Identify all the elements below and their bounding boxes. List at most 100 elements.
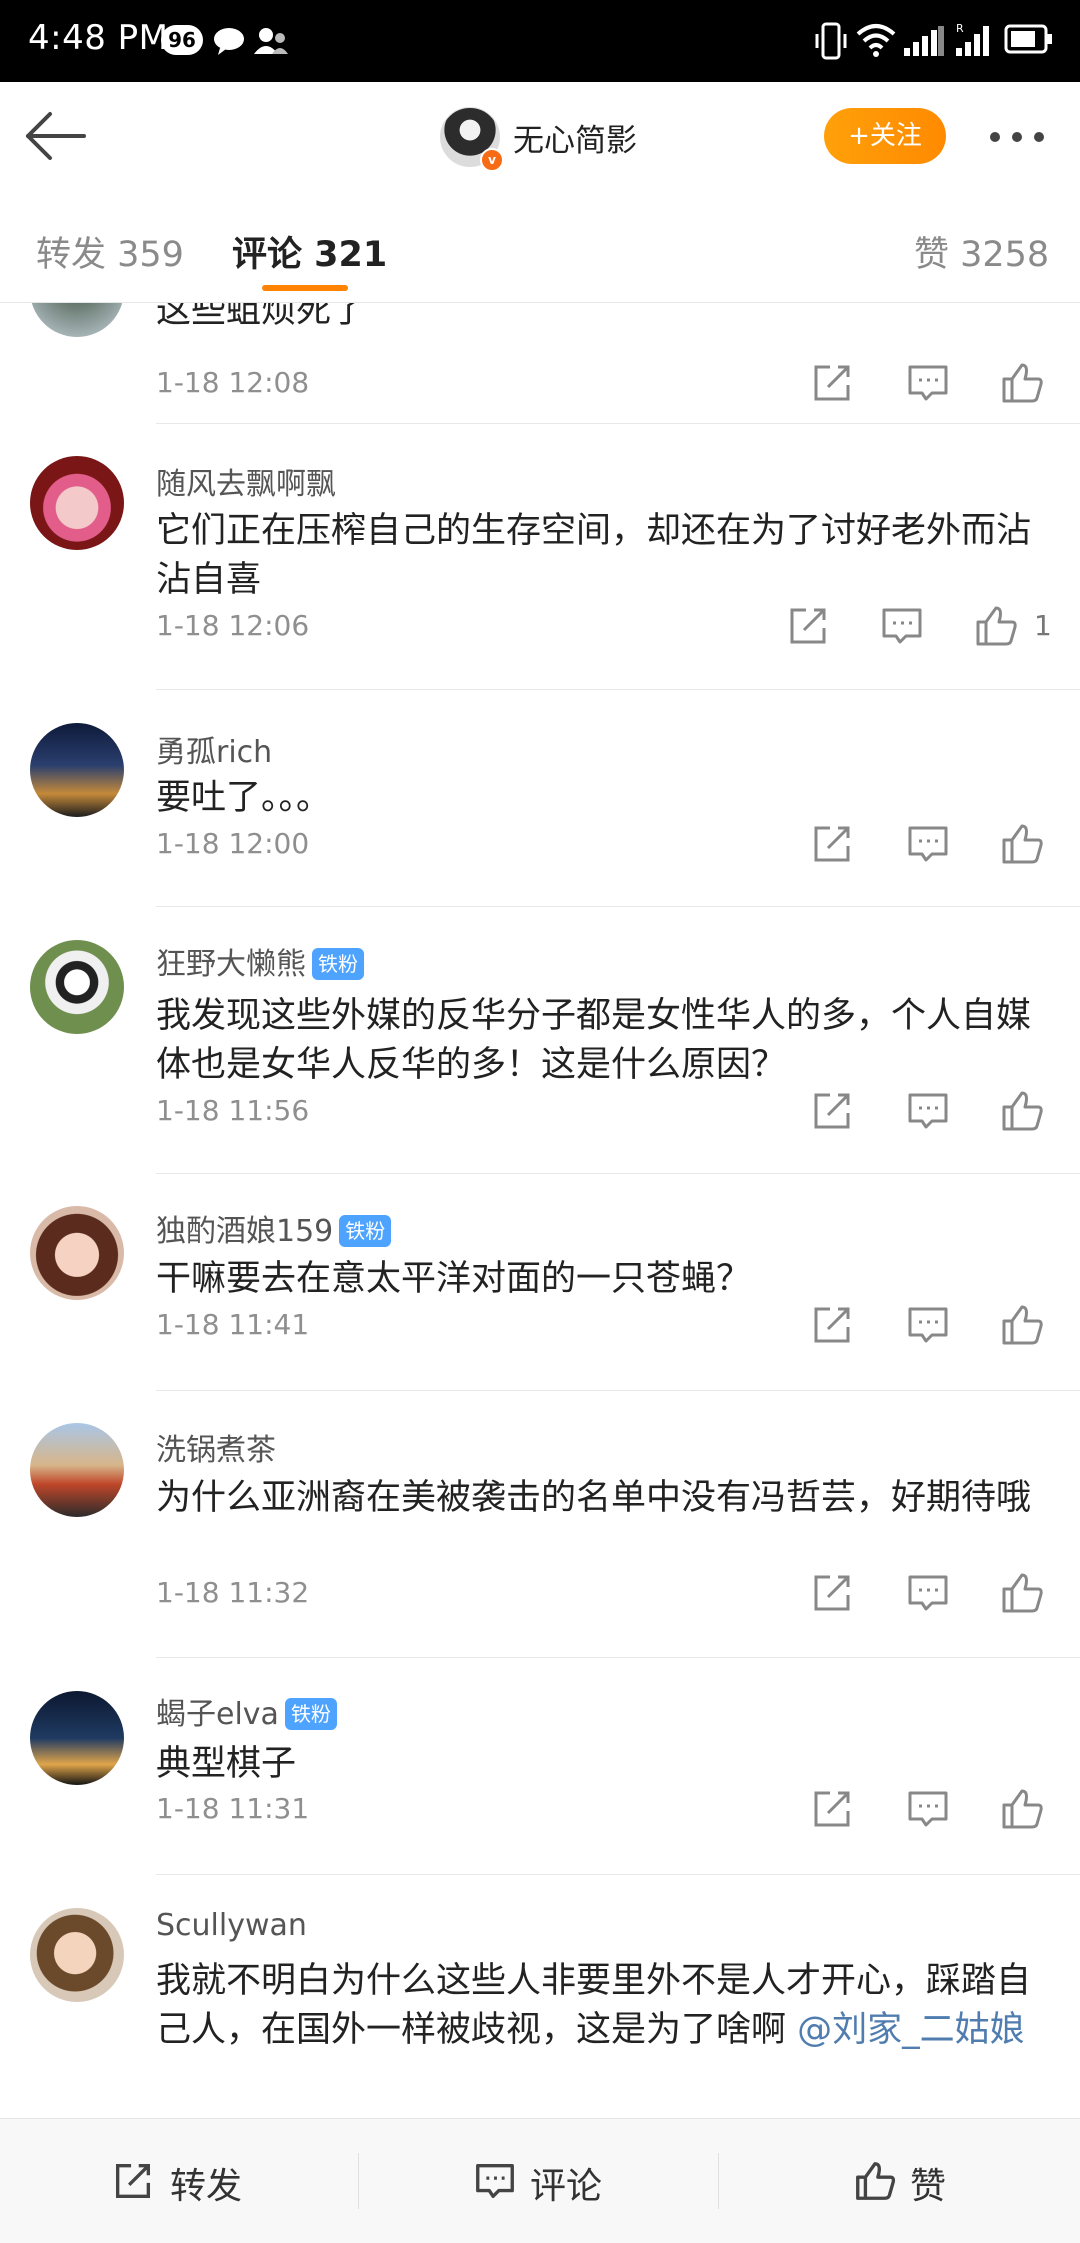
comment-icon[interactable]: [878, 602, 926, 650]
bottom-action-bar: 转发 评论 赞: [0, 2118, 1080, 2243]
comment-avatar[interactable]: [30, 1423, 124, 1517]
signal-icon: [904, 26, 944, 56]
repost-icon: [115, 2163, 151, 2199]
comment-text: 要吐了。。。: [156, 778, 332, 818]
comment-time: 1-18 12:08: [156, 366, 310, 399]
comment-item: 随风去飘啊飘 它们正在压榨自己的生存空间，却还在为了讨好老外而沾沾自喜 1-18…: [0, 424, 1080, 690]
repost-icon[interactable]: [808, 820, 856, 868]
comment-item: 洗锅煮茶 为什么亚洲裔在美被袭击的名单中没有冯哲芸，好期待哦 1-18 11:3…: [0, 1391, 1080, 1658]
tab-comments[interactable]: 评论 321: [232, 226, 387, 277]
comment-text: 我就不明白为什么这些人非要里外不是人才开心，踩踏自己人，在国外一样被歧视，这是为…: [156, 1957, 1046, 2055]
comment-icon: [476, 2163, 514, 2199]
comment-time: 1-18 12:00: [156, 827, 310, 860]
repost-icon[interactable]: [808, 1569, 856, 1617]
comment-icon[interactable]: [904, 1301, 952, 1349]
comment-avatar[interactable]: [30, 1206, 124, 1300]
comment-time: 1-18 11:41: [156, 1308, 310, 1341]
comment-item: 独酌酒娘159 铁粉 干嘛要去在意太平洋对面的一只苍蝇？ 1-18 11:41: [0, 1174, 1080, 1391]
comment-text: 干嘛要去在意太平洋对面的一只苍蝇？: [156, 1259, 752, 1299]
signal-roaming-icon: R: [956, 22, 989, 56]
repost-label: 转发: [170, 2166, 243, 2207]
comment-avatar[interactable]: [30, 1908, 124, 2002]
verified-badge: v: [480, 148, 504, 172]
tab-bar: 转发 359 评论 321 赞 3258: [0, 190, 1080, 303]
battery-icon: [1004, 24, 1052, 54]
comment-avatar[interactable]: [30, 723, 124, 817]
like-icon[interactable]: [998, 820, 1046, 868]
comment-username[interactable]: 勇孤rich: [156, 727, 272, 771]
comment-label: 评论: [530, 2166, 603, 2207]
page-header: v 无心简影 +关注: [0, 82, 1080, 191]
like-icon[interactable]: [998, 359, 1046, 407]
follow-button[interactable]: +关注: [824, 108, 946, 164]
tab-likes[interactable]: 赞 3258: [914, 226, 1049, 277]
like-icon[interactable]: [998, 1569, 1046, 1617]
username-text: 蝎子elva: [156, 1697, 279, 1732]
comment-time: 1-18 12:06: [156, 609, 310, 642]
comment-username[interactable]: 狂野大懒熊 铁粉: [156, 939, 364, 983]
vibrate-icon: [815, 22, 847, 60]
divider: [358, 2153, 359, 2209]
svg-text:R: R: [956, 22, 964, 35]
comment-time: 1-18 11:31: [156, 1792, 310, 1825]
comment-time: 1-18 11:56: [156, 1094, 310, 1127]
like-icon[interactable]: [998, 1785, 1046, 1833]
repost-icon[interactable]: [808, 1785, 856, 1833]
comment-button[interactable]: 评论: [360, 2119, 720, 2243]
like-count: 1: [1034, 609, 1052, 642]
fan-badge: 铁粉: [284, 1698, 337, 1730]
comment-icon[interactable]: [904, 1569, 952, 1617]
comment-icon[interactable]: [904, 820, 952, 868]
fan-badge: 铁粉: [312, 948, 364, 980]
comment-text: 典型棋子: [156, 1744, 297, 1784]
username-text: 独酌酒娘159: [156, 1214, 334, 1249]
like-icon[interactable]: [998, 1301, 1046, 1349]
comment-text: 为什么亚洲裔在美被袭击的名单中没有冯哲芸，好期待哦: [156, 1478, 1032, 1518]
repost-icon[interactable]: [808, 1301, 856, 1349]
like-icon[interactable]: [998, 1087, 1046, 1135]
comment-text: 我发现这些外媒的反华分子都是女性华人的多，个人自媒体也是女华人反华的多！这是什么…: [156, 996, 1032, 1085]
status-time: 4:48 PM: [28, 18, 169, 58]
active-tab-indicator: [262, 285, 348, 291]
comment-time: 1-18 11:32: [156, 1576, 310, 1609]
comment-icon[interactable]: [904, 359, 952, 407]
comment-item: 蝎子elva 铁粉 典型棋子 1-18 11:31: [0, 1658, 1080, 1875]
author-name[interactable]: 无心简影: [513, 115, 637, 160]
repost-icon[interactable]: [808, 359, 856, 407]
comment-avatar[interactable]: [30, 940, 124, 1034]
repost-icon[interactable]: [784, 602, 832, 650]
back-arrow-icon[interactable]: [22, 110, 88, 162]
divider: [718, 2153, 719, 2209]
like-icon[interactable]: [972, 602, 1020, 650]
username-text: 狂野大懒熊: [156, 947, 306, 982]
comment-item: 勇孤rich 要吐了。。。 1-18 12:00: [0, 690, 1080, 907]
comment-username[interactable]: 蝎子elva 铁粉: [156, 1689, 337, 1733]
comment-item: 狂野大懒熊 铁粉 我发现这些外媒的反华分子都是女性华人的多，个人自媒体也是女华人反…: [0, 907, 1080, 1174]
mention-link[interactable]: @刘家_二姑娘: [797, 2010, 1025, 2050]
like-label: 赞: [910, 2166, 947, 2207]
comment-icon[interactable]: [904, 1785, 952, 1833]
comment-text: 这些蛆烦死了: [156, 303, 367, 331]
comment-username[interactable]: 随风去飘啊飘: [156, 459, 336, 503]
comment-avatar[interactable]: [30, 456, 124, 550]
like-icon: [856, 2162, 896, 2200]
comment-avatar[interactable]: [30, 1691, 124, 1785]
repost-icon[interactable]: [808, 1087, 856, 1135]
contacts-icon: [254, 28, 288, 54]
comment-icon[interactable]: [904, 1087, 952, 1135]
comment-username[interactable]: Scullywan: [156, 1908, 307, 1943]
notification-count-badge: 96: [161, 25, 203, 55]
comment-avatar[interactable]: [30, 303, 124, 337]
comment-text: 它们正在压榨自己的生存空间，却还在为了讨好老外而沾沾自喜: [156, 511, 1032, 600]
chat-bubble-icon: [214, 28, 244, 55]
more-options-icon[interactable]: [990, 122, 1050, 152]
status-bar: 4:48 PM 96 R: [0, 0, 1080, 82]
comment-username[interactable]: 独酌酒娘159 铁粉: [156, 1206, 392, 1250]
tab-reposts[interactable]: 转发 359: [36, 226, 184, 277]
comment-item: Scullywan 我就不明白为什么这些人非要里外不是人才开心，踩踏自己人，在国…: [0, 1875, 1080, 2118]
comment-username[interactable]: 洗锅煮茶: [156, 1425, 276, 1469]
fan-badge: 铁粉: [339, 1215, 392, 1247]
comment-item: 这些蛆烦死了 1-18 12:08: [0, 303, 1080, 424]
repost-button[interactable]: 转发: [0, 2119, 360, 2243]
like-button[interactable]: 赞: [720, 2119, 1080, 2243]
